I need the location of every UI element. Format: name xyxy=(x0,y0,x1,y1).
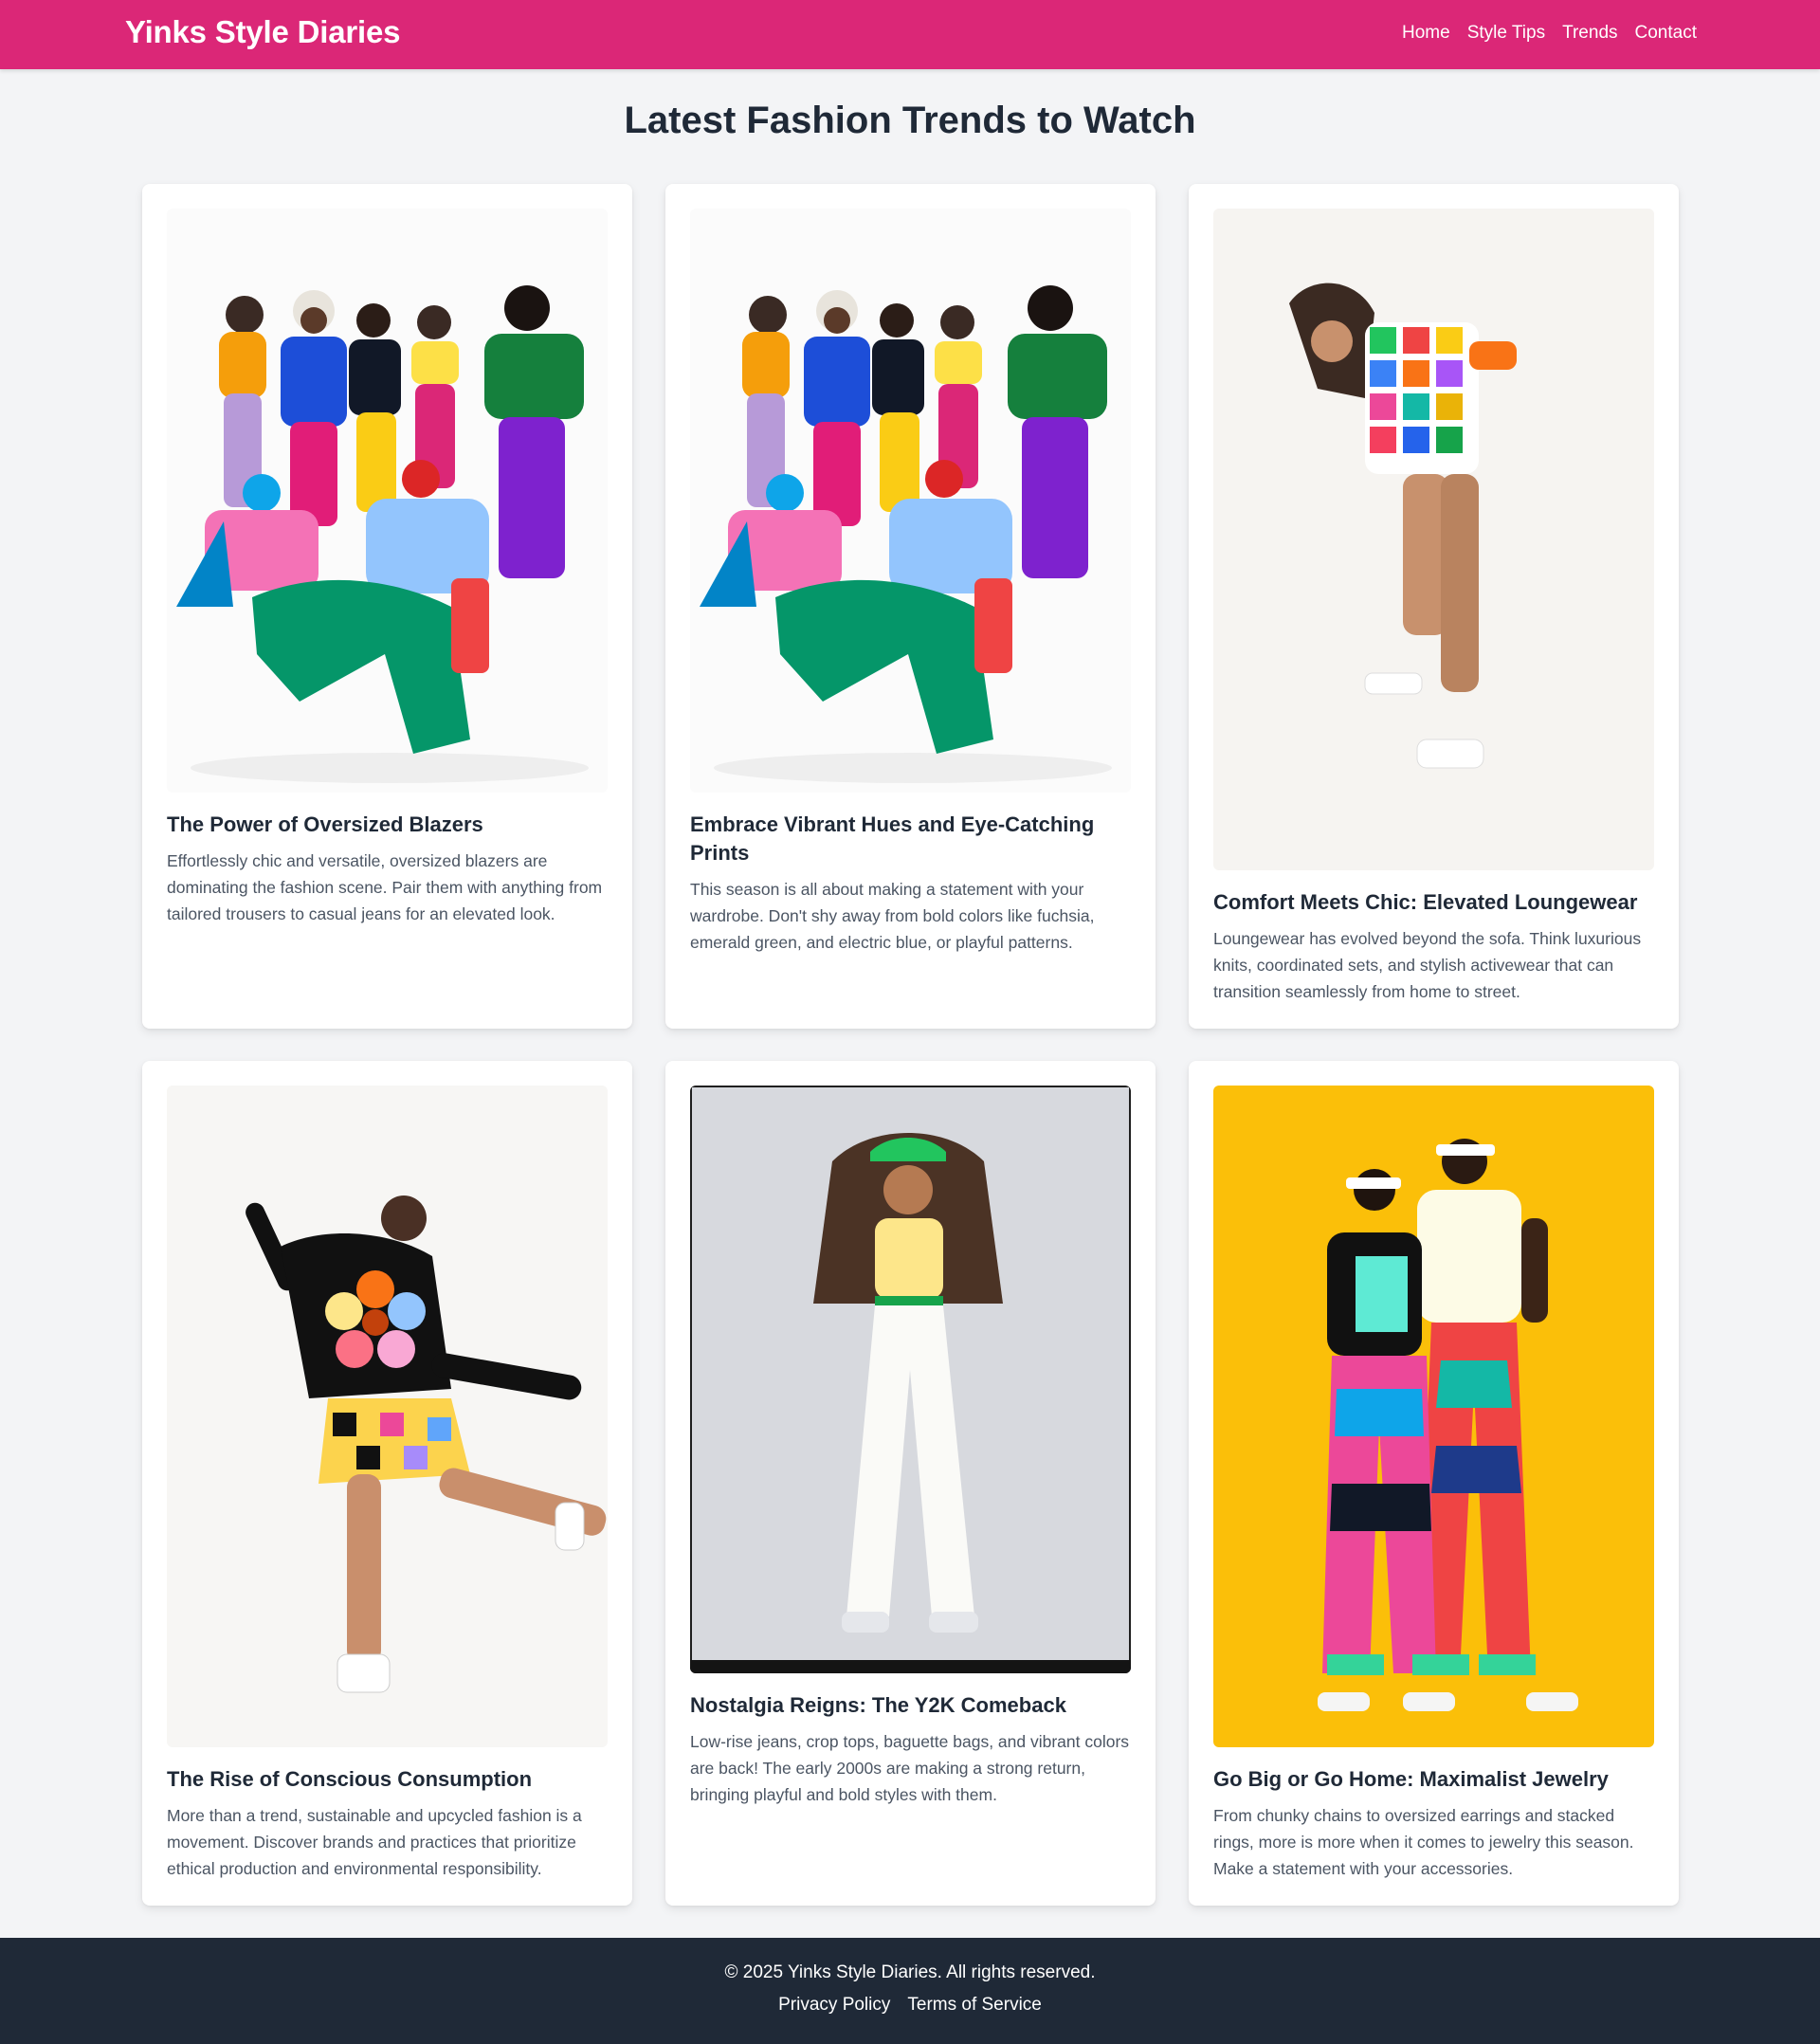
card-title[interactable]: The Rise of Conscious Consumption xyxy=(167,1765,608,1794)
y2k-photo-image xyxy=(690,1086,1131,1673)
card-image xyxy=(167,1086,608,1747)
site-header: Yinks Style Diaries Home Style Tips Tren… xyxy=(0,0,1820,69)
copyright-text: © 2025 Yinks Style Diaries. All rights r… xyxy=(724,1962,1096,1982)
card-description: More than a trend, sustainable and upcyc… xyxy=(167,1806,582,1878)
loungewear-photo-image xyxy=(1213,209,1654,870)
nav-home-link[interactable]: Home xyxy=(1402,23,1450,44)
card-image xyxy=(1213,209,1654,870)
card-description: Low-rise jeans, crop tops, baguette bags… xyxy=(690,1732,1130,1804)
trends-grid: The Power of Oversized Blazers Effortles… xyxy=(142,184,1679,1906)
page-title: Latest Fashion Trends to Watch xyxy=(624,100,1196,141)
nav-style-tips-link[interactable]: Style Tips xyxy=(1467,23,1545,44)
card-title[interactable]: Embrace Vibrant Hues and Eye-Catching Pr… xyxy=(690,811,1131,867)
privacy-policy-link[interactable]: Privacy Policy xyxy=(778,1995,890,2016)
group-photo-image xyxy=(690,209,1131,793)
trend-card[interactable]: Embrace Vibrant Hues and Eye-Catching Pr… xyxy=(665,184,1156,1029)
group-photo-image xyxy=(167,209,608,793)
flower-sweater-photo-image xyxy=(167,1086,608,1747)
card-image xyxy=(1213,1086,1654,1747)
card-title[interactable]: The Power of Oversized Blazers xyxy=(167,811,608,839)
card-title[interactable]: Nostalgia Reigns: The Y2K Comeback xyxy=(690,1691,1131,1720)
terms-of-service-link[interactable]: Terms of Service xyxy=(907,1995,1041,2016)
card-title[interactable]: Comfort Meets Chic: Elevated Loungewear xyxy=(1213,888,1654,917)
nav-trends-link[interactable]: Trends xyxy=(1562,23,1617,44)
trend-card[interactable]: The Power of Oversized Blazers Effortles… xyxy=(142,184,632,1029)
nav-contact-link[interactable]: Contact xyxy=(1635,23,1697,44)
card-image xyxy=(690,1086,1131,1673)
card-description: From chunky chains to oversized earrings… xyxy=(1213,1806,1634,1878)
card-image xyxy=(167,209,608,793)
main-nav: Home Style Tips Trends Contact xyxy=(1402,23,1697,44)
maximalist-photo-image xyxy=(1213,1086,1654,1747)
trend-card[interactable]: The Rise of Conscious Consumption More t… xyxy=(142,1061,632,1906)
card-description: Effortlessly chic and versatile, oversiz… xyxy=(167,851,603,923)
card-title[interactable]: Go Big or Go Home: Maximalist Jewelry xyxy=(1213,1765,1654,1794)
site-footer: © 2025 Yinks Style Diaries. All rights r… xyxy=(0,1938,1820,2044)
card-description: Loungewear has evolved beyond the sofa. … xyxy=(1213,929,1642,1001)
site-brand[interactable]: Yinks Style Diaries xyxy=(125,14,401,50)
footer-links: Privacy Policy Terms of Service xyxy=(0,1995,1820,2016)
trend-card[interactable]: Comfort Meets Chic: Elevated Loungewear … xyxy=(1189,184,1679,1029)
card-image xyxy=(690,209,1131,793)
trend-card[interactable]: Go Big or Go Home: Maximalist Jewelry Fr… xyxy=(1189,1061,1679,1906)
card-description: This season is all about making a statem… xyxy=(690,880,1095,952)
trend-card[interactable]: Nostalgia Reigns: The Y2K Comeback Low-r… xyxy=(665,1061,1156,1906)
